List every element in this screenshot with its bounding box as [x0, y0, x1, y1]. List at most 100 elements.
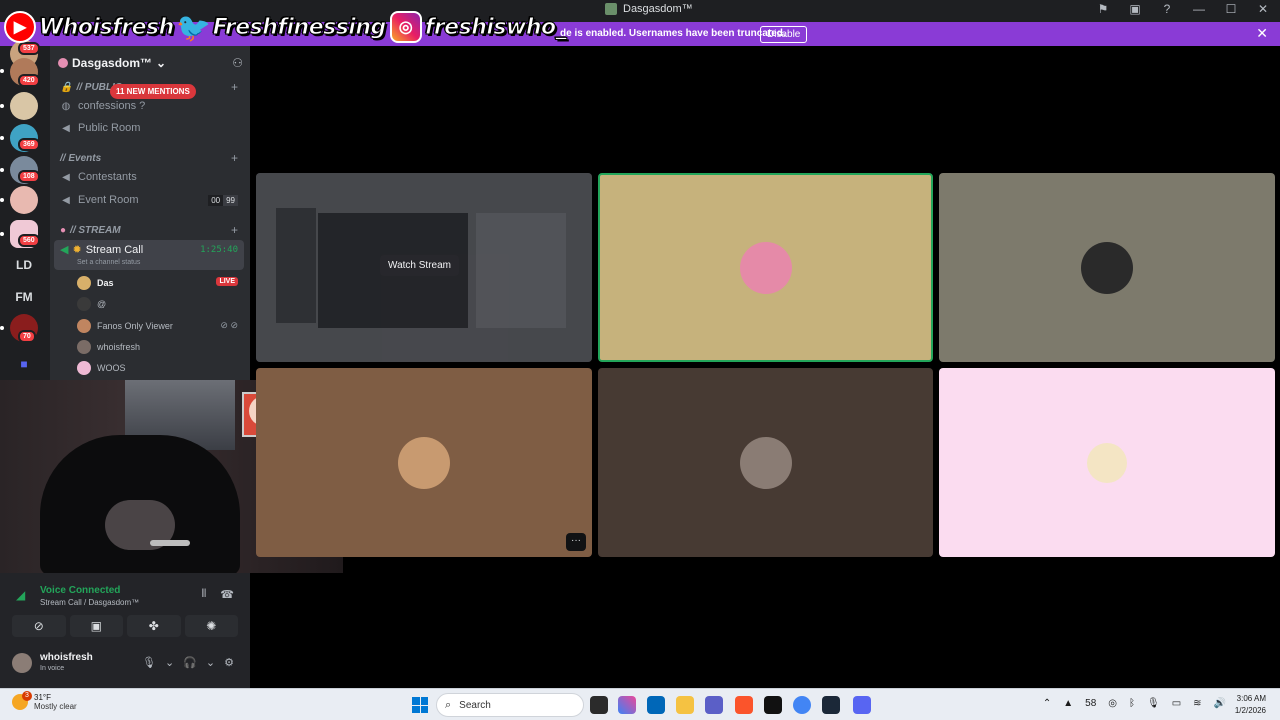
voice-member[interactable]: Das [77, 276, 114, 290]
microphone-icon[interactable]: 🎙 [142, 656, 156, 669]
signal-icon[interactable]: ◢ [16, 588, 25, 602]
add-member-icon[interactable]: ⚇ [232, 56, 243, 70]
headphones-icon[interactable]: 🎧 [183, 656, 197, 669]
tray-app-icon[interactable]: ▲ [1063, 698, 1073, 709]
instagram-handle: ◎ freshiswho_ [389, 11, 567, 43]
volume-icon[interactable]: 🔊 [1214, 698, 1226, 709]
sun-icon: ✹ [72, 244, 82, 256]
participant-avatar [1081, 241, 1133, 294]
voice-member[interactable]: whoisfresh [77, 340, 140, 354]
voice-member[interactable]: @ [77, 297, 106, 311]
stream-overlay-banner: ▶ Whoisfresh 🐦 Freshfinessing ◎ freshisw… [0, 10, 567, 44]
screenshare-tile[interactable]: Watch Stream [256, 173, 592, 362]
help-icon[interactable]: ? [1158, 2, 1176, 16]
participant-tile[interactable] [598, 368, 933, 557]
participant-tile[interactable] [939, 173, 1275, 362]
channel-list: Dasgasdom™ ⌄ ⚇ 11 NEW MENTIONS 🔒 // PUBL… [50, 46, 250, 380]
minimize-button[interactable]: — [1190, 2, 1208, 16]
store-icon[interactable] [647, 696, 665, 714]
new-mentions-pill[interactable]: 11 NEW MENTIONS [110, 84, 196, 99]
server-badge: 369 [18, 138, 40, 151]
voice-member[interactable]: Fanos Only Viewer [77, 319, 173, 333]
inbox-icon[interactable]: ▣ [1126, 2, 1144, 16]
occupancy-limit: 99 [223, 195, 238, 206]
activities-button[interactable]: ✤ [127, 615, 181, 637]
add-channel-icon[interactable]: + [231, 151, 238, 165]
voice-member[interactable]: WOOS [77, 361, 126, 375]
task-view-icon[interactable] [590, 696, 608, 714]
channel-stream-call[interactable]: ◀ ✹ Stream Call [60, 243, 143, 257]
avatar [77, 361, 91, 375]
disable-button[interactable]: Disable [760, 26, 808, 43]
category-events[interactable]: // Events [60, 153, 101, 164]
channel-confessions[interactable]: ◍ confessions ? [60, 100, 146, 112]
server-icon[interactable] [10, 186, 38, 214]
camera-off-button[interactable]: ⊘ [12, 615, 66, 637]
copilot-icon[interactable] [618, 696, 636, 714]
channel-status[interactable]: Set a channel status [77, 259, 140, 266]
maximize-button[interactable]: ☐ [1222, 2, 1240, 16]
folder-icon[interactable]: ■ [10, 350, 38, 378]
app-icon[interactable] [764, 696, 782, 714]
participant-avatar [1087, 442, 1127, 483]
chevron-up-icon[interactable]: ⌃ [1043, 698, 1051, 709]
user-panel: ◢ Voice Connected Stream Call / Dasgasdo… [0, 573, 250, 688]
participant-tile-speaking[interactable] [598, 173, 933, 362]
close-button[interactable]: ✕ [1254, 2, 1272, 16]
weather-temp: 31°F [34, 693, 51, 702]
file-explorer-icon[interactable] [676, 696, 694, 714]
member-name: Fanos Only Viewer [97, 321, 173, 331]
flag-icon[interactable]: ⚑ [1094, 2, 1112, 16]
disconnect-icon[interactable]: ☎ [220, 588, 234, 601]
windows-taskbar: 3 31°F Mostly clear ⌕ Search ⌃ ▲ 58 ◎ ᛒ … [0, 688, 1280, 720]
participant-tile[interactable]: ··· [256, 368, 592, 557]
voice-connected-label[interactable]: Voice Connected [40, 585, 120, 596]
voice-channel-path[interactable]: Stream Call / Dasgasdom™ [40, 598, 139, 607]
member-name: WOOS [97, 363, 126, 373]
channel-event-room[interactable]: ◀ Event Room [60, 194, 138, 206]
display-icon[interactable]: ▭ [1172, 698, 1181, 709]
add-channel-icon[interactable]: + [231, 223, 238, 237]
category-stream[interactable]: ● // STREAM [60, 225, 121, 236]
taskbar-search[interactable]: ⌕ Search [436, 693, 584, 717]
guild-header[interactable]: Dasgasdom™ ⌄ ⚇ [58, 54, 243, 72]
discord-icon[interactable] [853, 696, 871, 714]
server-ld[interactable]: LD [10, 258, 38, 272]
mic-icon[interactable]: 🎙 [1147, 698, 1160, 709]
weather-widget[interactable]: 3 31°F Mostly clear [12, 691, 77, 711]
taskbar-clock[interactable]: 3:06 AM 1/2/2026 [1235, 693, 1266, 717]
chevron-down-icon[interactable]: ⌄ [206, 656, 215, 669]
watch-stream-button[interactable]: Watch Stream [380, 255, 459, 276]
more-options-icon[interactable]: ··· [566, 533, 586, 551]
server-badge: 420 [18, 74, 40, 87]
user-avatar[interactable] [12, 653, 32, 673]
twitter-handle: 🐦 Freshfinessing [176, 11, 386, 43]
server-fm[interactable]: FM [10, 290, 38, 304]
server-icon[interactable] [10, 92, 38, 120]
share-screen-button[interactable]: ▣ [69, 615, 123, 637]
network-icon[interactable]: ◎ [1108, 698, 1117, 709]
notice-close-icon[interactable]: ✕ [1256, 25, 1268, 42]
chrome-icon[interactable] [793, 696, 811, 714]
channel-public-room[interactable]: ◀ Public Room [60, 122, 140, 134]
chevron-down-icon[interactable]: ⌄ [165, 656, 174, 669]
soundboard-button[interactable]: ✺ [184, 615, 238, 637]
add-channel-icon[interactable]: + [231, 80, 238, 94]
settings-gear-icon[interactable]: ⚙ [224, 656, 234, 669]
channel-contestants[interactable]: ◀ Contestants [60, 171, 137, 183]
participant-avatar [398, 436, 450, 489]
weather-moon-icon: 3 [12, 691, 32, 710]
user-name[interactable]: whoisfresh [40, 652, 93, 663]
participant-tile[interactable] [939, 368, 1275, 557]
guild-name[interactable]: Dasgasdom™ ⌄ [58, 56, 166, 70]
start-button[interactable] [412, 697, 428, 713]
steam-icon[interactable] [822, 696, 840, 714]
teams-icon[interactable] [705, 696, 723, 714]
wifi-icon[interactable]: ≋ [1193, 698, 1201, 709]
bluetooth-icon[interactable]: ᛒ [1129, 698, 1135, 709]
tray-badge[interactable]: 58 [1085, 698, 1096, 709]
avatar [77, 319, 91, 333]
guild-icon [58, 58, 68, 68]
noise-suppression-icon[interactable]: ⦀ [201, 588, 206, 601]
brave-icon[interactable] [735, 696, 753, 714]
